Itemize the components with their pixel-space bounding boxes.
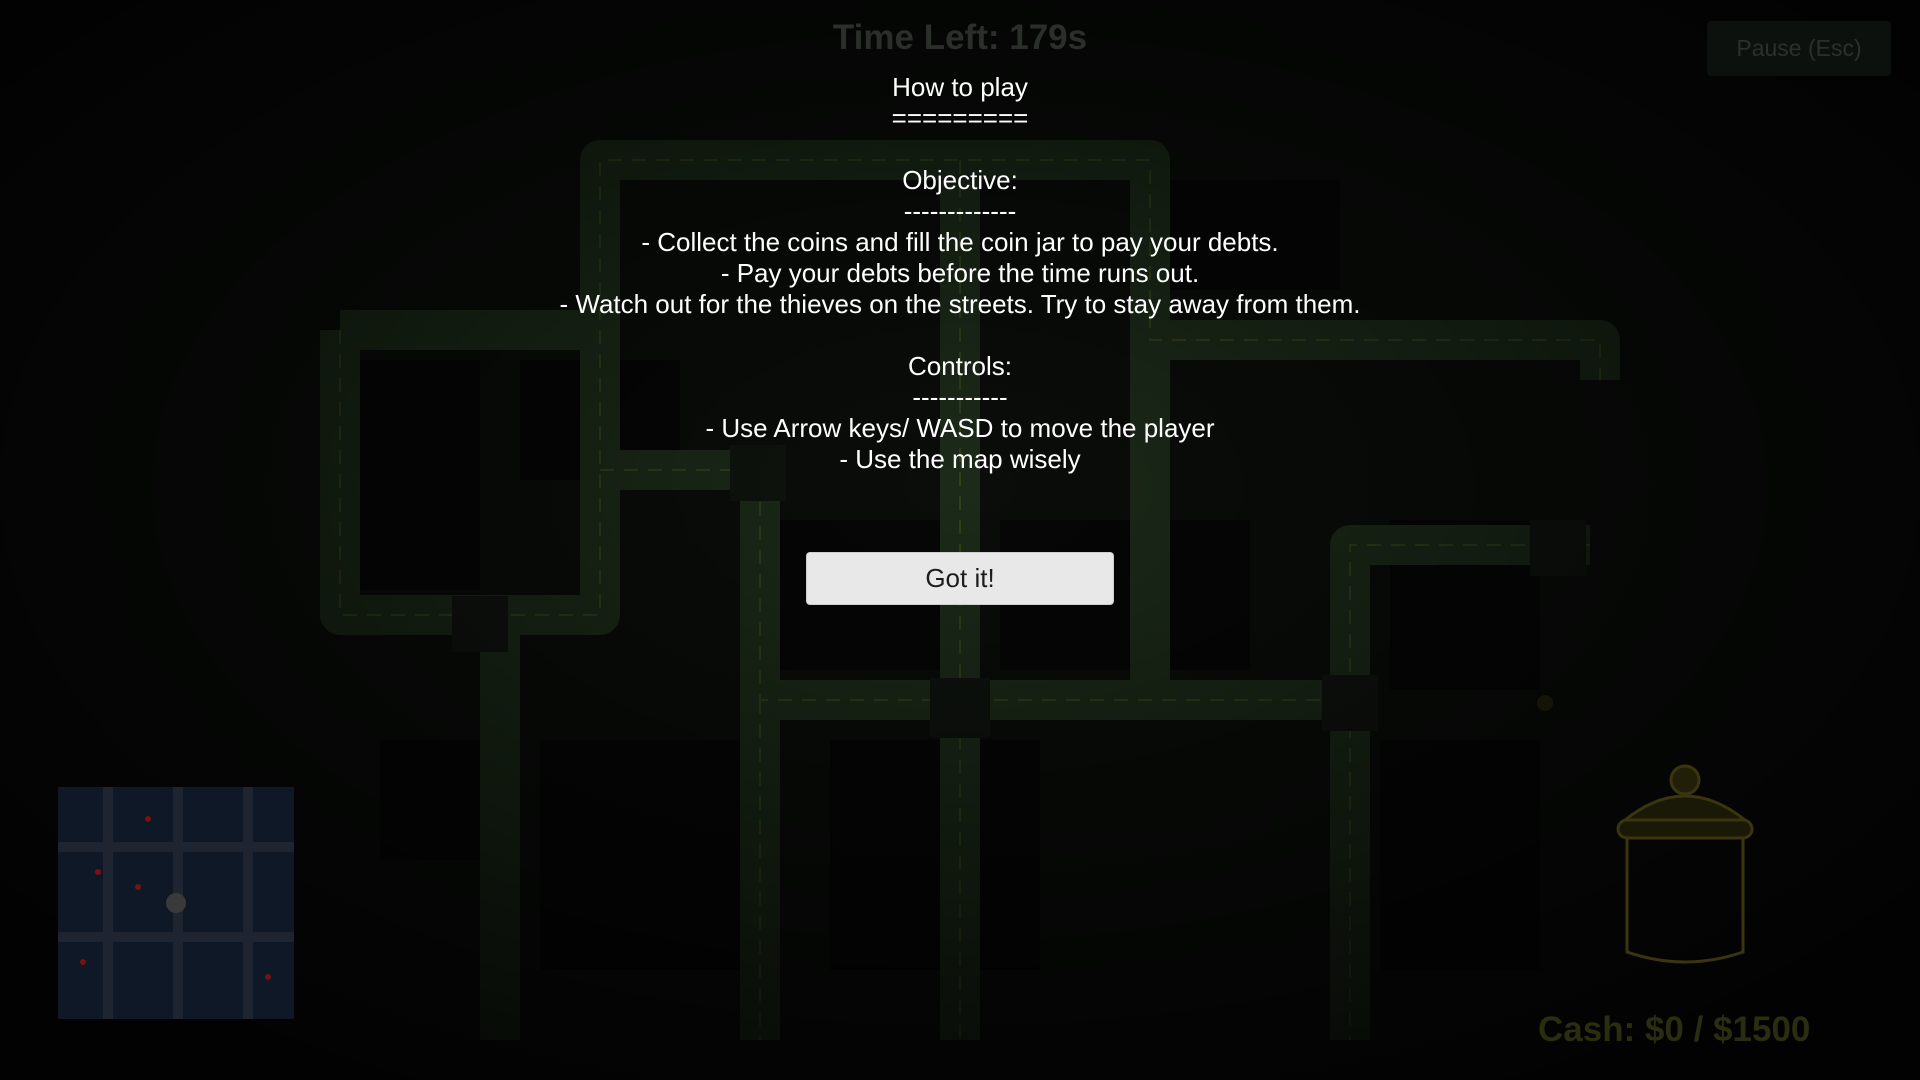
controls-line: - Use Arrow keys/ WASD to move the playe…: [705, 413, 1215, 443]
time-left-label: Time Left: 179s: [832, 18, 1088, 57]
player-dot-icon: [166, 893, 186, 913]
title-underline: =========: [891, 103, 1029, 133]
objective-line: - Collect the coins and fill the coin ja…: [641, 227, 1279, 257]
objective-heading: Objective:: [902, 165, 1018, 195]
controls-line: - Use the map wisely: [839, 444, 1081, 474]
got-it-button[interactable]: Got it!: [806, 552, 1114, 605]
cash-counter: Cash: $0 / $1500: [1538, 1010, 1811, 1049]
coin-jar-icon: [1616, 764, 1754, 964]
thief-dot-icon: [95, 869, 101, 875]
thief-dot-icon: [80, 959, 86, 965]
controls-underline: -----------: [912, 382, 1008, 412]
thief-dot-icon: [145, 816, 151, 822]
minimap[interactable]: [58, 787, 294, 1019]
pause-button[interactable]: Pause (Esc): [1707, 21, 1891, 76]
thief-dot-icon: [135, 884, 141, 890]
objective-line: - Pay your debts before the time runs ou…: [720, 258, 1200, 288]
controls-heading: Controls:: [907, 351, 1013, 381]
objective-line: - Watch out for the thieves on the stree…: [559, 289, 1361, 319]
how-to-play-title: How to play: [892, 72, 1028, 102]
thief-dot-icon: [265, 974, 271, 980]
objective-underline: -------------: [903, 196, 1017, 226]
how-to-play-panel: How to play ========= Objective: -------…: [0, 72, 1920, 475]
